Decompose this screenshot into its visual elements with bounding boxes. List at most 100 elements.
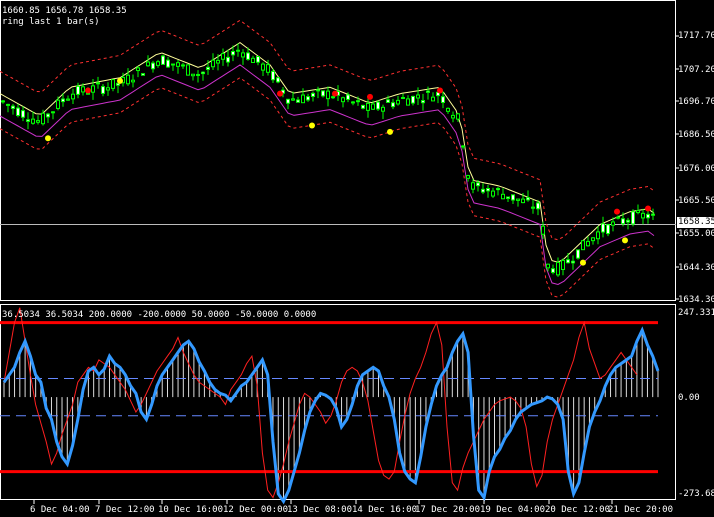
price-label: 1655.00 xyxy=(678,229,714,239)
candle-bull xyxy=(351,101,355,104)
candle-bear xyxy=(256,56,260,63)
candle-bull xyxy=(591,237,595,242)
candle-bear xyxy=(306,96,310,101)
chart-canvas[interactable] xyxy=(0,0,714,517)
candle-bear xyxy=(481,188,485,193)
fractal-down-dot xyxy=(309,122,315,129)
time-label: 20 Dec 12:00 xyxy=(545,505,611,515)
time-label: 21 Dec 20:00 xyxy=(608,505,674,515)
candle-bear xyxy=(576,249,580,259)
fractal-up-dot xyxy=(437,87,443,94)
candle-bull xyxy=(641,212,645,219)
candle-bull xyxy=(416,94,420,99)
candle-bull xyxy=(521,198,525,204)
candle-bear xyxy=(51,111,55,114)
candle-bull xyxy=(586,240,590,247)
candle-bull xyxy=(136,67,140,72)
current-price-tag: 1658.35 xyxy=(677,217,714,228)
fractal-up-dot xyxy=(367,93,373,100)
price-label: 1696.70 xyxy=(678,97,714,107)
candle-bull xyxy=(326,90,330,100)
cci-axis-label: -273.682 xyxy=(678,489,714,499)
candle-bear xyxy=(101,86,105,94)
fractal-up-dot xyxy=(332,90,338,97)
fractal-down-dot xyxy=(580,259,586,266)
candle-bull xyxy=(81,86,85,93)
candle-bull xyxy=(541,225,545,235)
candle-bull xyxy=(396,99,400,105)
candle-bull xyxy=(466,175,470,179)
candle-bull xyxy=(561,259,565,271)
price-label: 1676.00 xyxy=(678,164,714,174)
candle-bear xyxy=(526,197,530,201)
candle-bear xyxy=(271,70,275,81)
sub-info-line: 36.5034 36.5034 200.0000 -200.0000 50.00… xyxy=(2,310,317,320)
candle-bull xyxy=(1,100,5,103)
candle-bear xyxy=(506,196,510,199)
candle-bear xyxy=(206,66,210,70)
candle-bear xyxy=(166,59,170,68)
candle-bear xyxy=(236,49,240,52)
candle-bear xyxy=(16,107,20,116)
candle-bull xyxy=(406,98,410,106)
fractal-up-dot xyxy=(277,90,283,97)
candle-bear xyxy=(296,99,300,103)
candle-bear xyxy=(161,55,165,65)
candle-bear xyxy=(651,213,655,216)
price-label: 1717.70 xyxy=(678,31,714,41)
candle-bear xyxy=(151,62,155,70)
candle-bull xyxy=(211,59,215,68)
candle-bear xyxy=(286,98,290,104)
candle-bear xyxy=(321,90,325,97)
candle-bear xyxy=(96,82,100,85)
main-info-line-2: ring last 1 bar(s) xyxy=(2,17,100,27)
candle-bear xyxy=(181,64,185,67)
candle-bear xyxy=(21,110,25,118)
candle-bull xyxy=(291,98,295,101)
bollinger-middle-line xyxy=(0,41,655,263)
candle-bear xyxy=(486,187,490,192)
candle-bear xyxy=(496,188,500,191)
candle-bull xyxy=(91,85,95,93)
candle-bull xyxy=(471,182,475,190)
candle-bull xyxy=(31,118,35,124)
candle-bull xyxy=(516,198,520,201)
candle-bull xyxy=(366,102,370,111)
candle-bear xyxy=(276,77,280,83)
candle-bear xyxy=(376,101,380,110)
axis-ticks xyxy=(33,35,679,504)
candle-bear xyxy=(226,56,230,63)
candle-bear xyxy=(631,211,635,225)
candle-bull xyxy=(156,61,160,66)
candle-bull xyxy=(131,79,135,83)
candle-bear xyxy=(621,218,625,225)
fractal-down-dot xyxy=(622,237,628,244)
price-series-layer xyxy=(0,19,655,298)
price-label: 1634.30 xyxy=(678,295,714,305)
candle-bear xyxy=(646,213,650,219)
main-panel-frame xyxy=(0,0,676,301)
candle-bull xyxy=(111,79,115,89)
candle-bear xyxy=(626,219,630,223)
fractal-up-dot xyxy=(645,205,651,212)
candle-bull xyxy=(191,73,195,77)
time-label: 12 Dec 00:00 xyxy=(223,505,289,515)
price-label: 1644.30 xyxy=(678,263,714,273)
candle-bull xyxy=(501,193,505,200)
cci-axis-label: 0.00 xyxy=(678,393,700,403)
cci-indicator-layer xyxy=(0,307,660,505)
candle-bear xyxy=(616,216,620,219)
candle-bull xyxy=(301,94,305,104)
candle-bull xyxy=(221,53,225,60)
candle-bear xyxy=(171,63,175,66)
candle-bull xyxy=(611,221,615,226)
candle-bull xyxy=(126,74,130,85)
candle-bull xyxy=(71,93,75,100)
candle-bear xyxy=(46,113,50,118)
candle-bull xyxy=(531,206,535,209)
candle-bull xyxy=(446,107,450,112)
candle-bull xyxy=(546,263,550,269)
candle-bull xyxy=(381,106,385,112)
bollinger-upper-band xyxy=(0,19,655,241)
candle-bear xyxy=(536,202,540,210)
